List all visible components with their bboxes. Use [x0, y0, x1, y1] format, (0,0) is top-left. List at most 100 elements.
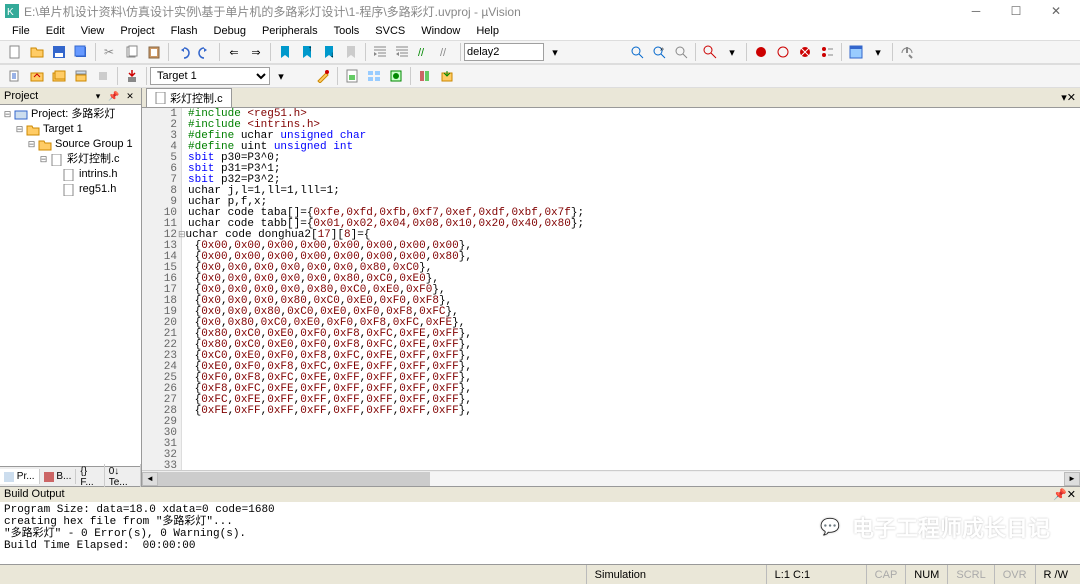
- build-icon[interactable]: [27, 66, 47, 86]
- menu-view[interactable]: View: [73, 24, 113, 38]
- status-caps: CAP: [866, 565, 906, 584]
- tab-templates[interactable]: 0↓ Te...: [105, 464, 141, 490]
- maximize-button[interactable]: ☐: [996, 0, 1036, 22]
- find-combo[interactable]: [464, 43, 544, 61]
- cut-icon[interactable]: ✂: [100, 42, 120, 62]
- copy-icon[interactable]: [122, 42, 142, 62]
- code-content[interactable]: #include <reg51.h>#include <intrins.h>#d…: [182, 108, 584, 470]
- pack-installer-icon[interactable]: [437, 66, 457, 86]
- breakpoint-list-icon[interactable]: [817, 42, 837, 62]
- breakpoint-disable-icon[interactable]: [773, 42, 793, 62]
- bookmark-clear-icon[interactable]: [341, 42, 361, 62]
- svg-text:✂: ✂: [104, 45, 114, 59]
- incremental-find-icon[interactable]: [671, 42, 691, 62]
- open-file-icon[interactable]: [27, 42, 47, 62]
- scroll-left-icon[interactable]: ◄: [142, 472, 158, 486]
- menu-debug[interactable]: Debug: [206, 24, 254, 38]
- menu-project[interactable]: Project: [112, 24, 162, 38]
- uncomment-icon[interactable]: //: [436, 42, 456, 62]
- manage-icon[interactable]: [364, 66, 384, 86]
- svg-text:»: »: [660, 46, 664, 53]
- tree-target[interactable]: ⊟ Target 1: [2, 122, 139, 137]
- debug-dropdown-icon[interactable]: ▾: [722, 42, 742, 62]
- find-dropdown-icon[interactable]: ▾: [545, 42, 565, 62]
- tree-file[interactable]: intrins.h: [2, 167, 139, 182]
- menu-tools[interactable]: Tools: [326, 24, 368, 38]
- panel-dropdown-icon[interactable]: ▾: [91, 89, 105, 103]
- menu-file[interactable]: File: [4, 24, 38, 38]
- find-prev-icon[interactable]: [627, 42, 647, 62]
- paste-icon[interactable]: [144, 42, 164, 62]
- books-icon[interactable]: [415, 66, 435, 86]
- status-mode: Simulation: [586, 565, 766, 584]
- nav-fwd-icon[interactable]: ⇒: [246, 42, 266, 62]
- tree-file[interactable]: ⊟ 彩灯控制.c: [2, 152, 139, 167]
- tab-project[interactable]: Pr...: [0, 469, 40, 484]
- tab-functions[interactable]: {} F...: [76, 464, 104, 490]
- project-tree[interactable]: ⊟ Project: 多路彩灯 ⊟ Target 1 ⊟ Source Grou…: [0, 105, 141, 466]
- expand-icon[interactable]: ⊟: [38, 152, 49, 167]
- menu-flash[interactable]: Flash: [163, 24, 206, 38]
- comment-icon[interactable]: //: [414, 42, 434, 62]
- panel-pin-icon[interactable]: 📌: [1053, 488, 1067, 501]
- scroll-thumb[interactable]: [158, 472, 430, 486]
- svg-text:↓: ↓: [330, 50, 334, 59]
- debug-icon[interactable]: [700, 42, 720, 62]
- configure-icon[interactable]: [897, 42, 917, 62]
- window-layout-icon[interactable]: [846, 42, 866, 62]
- nav-back-icon[interactable]: ⇐: [224, 42, 244, 62]
- indent-icon[interactable]: [370, 42, 390, 62]
- download-icon[interactable]: [122, 66, 142, 86]
- window-dropdown-icon[interactable]: ▾: [868, 42, 888, 62]
- new-file-icon[interactable]: [5, 42, 25, 62]
- minimize-button[interactable]: ─: [956, 0, 996, 22]
- folder-icon: [25, 123, 41, 137]
- target-combo[interactable]: Target 1: [150, 67, 270, 85]
- manage-rte-icon[interactable]: [386, 66, 406, 86]
- status-ovr: OVR: [994, 565, 1035, 584]
- find-next-icon[interactable]: »: [649, 42, 669, 62]
- panel-close-icon[interactable]: ✕: [123, 89, 137, 103]
- menu-help[interactable]: Help: [468, 24, 507, 38]
- editor-area: 彩灯控制.c ▾ ✕ 12345678910111213141516171819…: [142, 88, 1080, 486]
- build-output-text[interactable]: Program Size: data=18.0 xdata=0 code=168…: [0, 502, 1080, 564]
- target-dropdown-icon[interactable]: ▾: [271, 66, 291, 86]
- scroll-right-icon[interactable]: ►: [1064, 472, 1080, 486]
- expand-icon[interactable]: ⊟: [26, 137, 37, 152]
- options-target-icon[interactable]: [313, 66, 333, 86]
- breakpoint-kill-icon[interactable]: [795, 42, 815, 62]
- panel-pin-icon[interactable]: 📌: [107, 89, 121, 103]
- save-icon[interactable]: [49, 42, 69, 62]
- panel-close-icon[interactable]: ✕: [1067, 488, 1076, 501]
- bookmark-next-icon[interactable]: ↓: [319, 42, 339, 62]
- rebuild-icon[interactable]: [49, 66, 69, 86]
- file-ext-icon[interactable]: [342, 66, 362, 86]
- editor-hscrollbar[interactable]: ◄ ►: [142, 470, 1080, 486]
- expand-icon[interactable]: ⊟: [2, 107, 13, 122]
- stop-build-icon[interactable]: [93, 66, 113, 86]
- menu-peripherals[interactable]: Peripherals: [254, 24, 326, 38]
- menu-window[interactable]: Window: [413, 24, 468, 38]
- tab-books[interactable]: B...: [40, 469, 77, 484]
- outdent-icon[interactable]: [392, 42, 412, 62]
- h-file-icon: [61, 183, 77, 197]
- tree-root[interactable]: ⊟ Project: 多路彩灯: [2, 107, 139, 122]
- code-editor[interactable]: 1234567891011121314151617181920212223242…: [142, 108, 1080, 470]
- translate-icon[interactable]: [5, 66, 25, 86]
- svg-text:↑: ↑: [308, 45, 312, 53]
- batch-build-icon[interactable]: [71, 66, 91, 86]
- menu-edit[interactable]: Edit: [38, 24, 73, 38]
- tree-file[interactable]: reg51.h: [2, 182, 139, 197]
- undo-icon[interactable]: [173, 42, 193, 62]
- tree-group[interactable]: ⊟ Source Group 1: [2, 137, 139, 152]
- redo-icon[interactable]: [195, 42, 215, 62]
- save-all-icon[interactable]: [71, 42, 91, 62]
- editor-tab[interactable]: 彩灯控制.c: [146, 88, 232, 107]
- menu-svcs[interactable]: SVCS: [367, 24, 413, 38]
- bookmark-icon[interactable]: [275, 42, 295, 62]
- bookmark-prev-icon[interactable]: ↑: [297, 42, 317, 62]
- editor-close-icon[interactable]: ✕: [1067, 91, 1076, 104]
- expand-icon[interactable]: ⊟: [14, 122, 25, 137]
- breakpoint-icon[interactable]: [751, 42, 771, 62]
- close-button[interactable]: ✕: [1036, 0, 1076, 22]
